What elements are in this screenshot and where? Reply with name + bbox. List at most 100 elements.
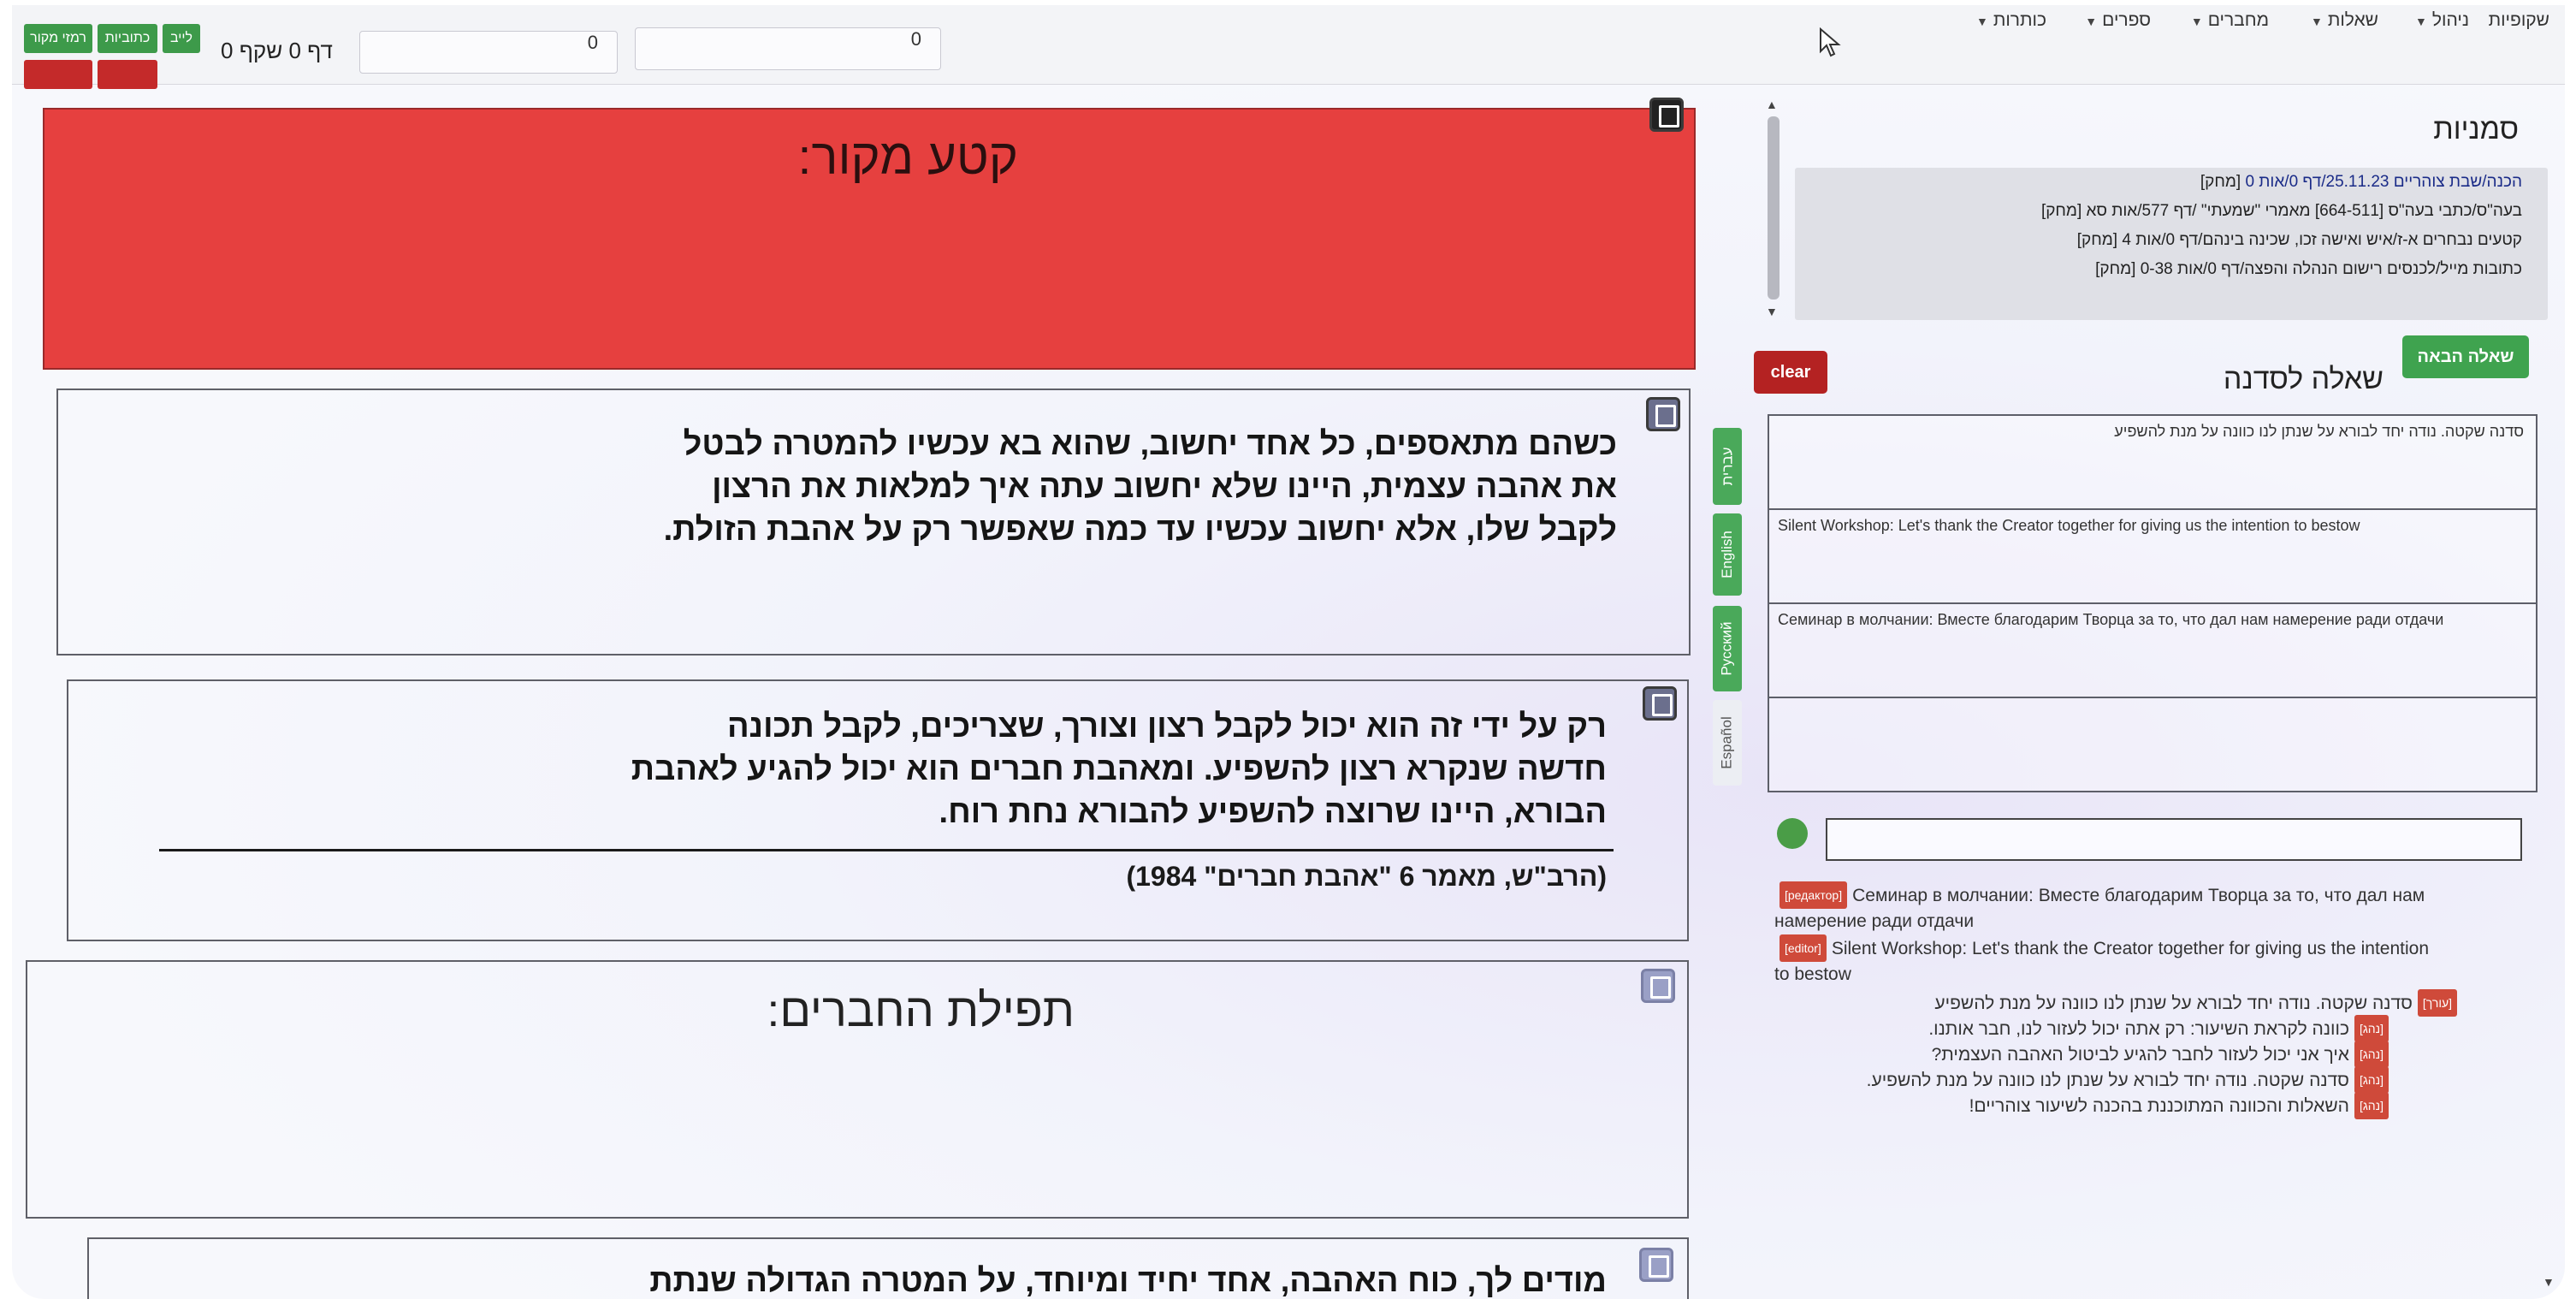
top-navbar: שקופיות ניהול▼ שאלות▼ מחברים▼ ספרים▼ כות… (12, 5, 2565, 89)
history-text: השאלות והכוונה המתוכננת בהכנה לשיעור צוה… (1969, 1096, 2349, 1116)
source-banner: קטע מקור: (43, 108, 1696, 370)
history-item[interactable]: [נהג]כוונה לקראת השיעור: רק אתה יכול לעז… (1761, 1015, 2394, 1042)
question-text: Семинар в молчании: Вместе благодарим Тв… (1778, 611, 2444, 628)
source-hints-button[interactable]: רמזי מקור (24, 24, 92, 53)
text-line: הבורא, היינו שרוצה להשפיע להבורא נחת רוח… (939, 794, 1607, 830)
text-line: את אהבה עצמית, היינו שלא יחשוב עתה איך ל… (712, 469, 1617, 505)
citation: (הרב"ש, מאמר 6 "אהבת חברים" 1984) (1126, 861, 1607, 892)
chevron-down-icon: ▼ (1975, 15, 1988, 28)
slide-number-input[interactable]: 0 (635, 27, 941, 70)
nav-admin[interactable]: ניהול▼ (2415, 10, 2469, 31)
mouse-cursor-icon (1820, 27, 1841, 57)
subtitles-button[interactable]: כתוביות (98, 24, 157, 53)
bookmark-item[interactable]: קטעים נבחרים א-ז/איש ואישה זכו, שכינה בי… (2077, 231, 2522, 250)
live-button[interactable]: לייב (163, 24, 200, 53)
question-text: סדנה שקטה. נודה יחד לבורא על שנתן לנו כו… (2114, 423, 2524, 440)
history-item[interactable]: [נהג]איך אני יכול לעזור לחבר להגיע לביטו… (1761, 1041, 2394, 1068)
toggle-block-1-button[interactable] (1646, 397, 1680, 431)
history-item[interactable]: [נהג]השאלות והכוונה המתוכננת בהכנה לשיעו… (1761, 1092, 2394, 1119)
history-text: סדנה שקטה. נודה יחד לבורא על שנתן לנו כו… (1934, 994, 2413, 1013)
nav-authors[interactable]: מחברים▼ (2191, 10, 2269, 31)
bookmark-link[interactable]: הכנה/שבת צוהריים 25.11.23/דף 0/אות 0 (2245, 173, 2522, 191)
delete-bookmark-link[interactable]: [מחק] (2200, 173, 2241, 191)
tab-russian[interactable]: Русский (1713, 606, 1742, 691)
question-panel-title: שאלה לסדנה (2223, 363, 2384, 395)
nav-books[interactable]: ספרים▼ (2085, 10, 2151, 31)
next-question-button[interactable]: שאלה הבאה (2402, 335, 2529, 378)
question-field-spanish[interactable] (1768, 697, 2538, 792)
role-badge: [נהג] (2354, 1041, 2389, 1068)
nav-slides[interactable]: שקופיות (2489, 10, 2549, 31)
role-badge: [נהג] (2354, 1015, 2389, 1042)
nav-questions[interactable]: שאלות▼ (2311, 10, 2378, 31)
app-screen: שקופיות ניהול▼ שאלות▼ מחברים▼ ספרים▼ כות… (12, 5, 2565, 1299)
chevron-down-icon: ▼ (2415, 15, 2427, 28)
bookmarks-scrollbar[interactable] (1768, 116, 1780, 300)
history-item[interactable]: [editor] Silent Workshop: Let's thank the… (1774, 934, 2510, 988)
tab-spanish[interactable]: Español (1713, 700, 1742, 786)
bookmarks-title: סמניות (2433, 113, 2519, 145)
history-text: סדנה שקטה. נודה יחד לבורא על שנתן לנו כו… (1866, 1071, 2349, 1090)
free-text-input[interactable] (1826, 818, 2522, 861)
text-line: לקבל שלו, אלא יחשוב עכשיו עד כמה שאפשר ר… (663, 512, 1617, 548)
scroll-down-icon[interactable]: ▼ (1766, 305, 1778, 318)
chevron-down-icon: ▼ (2190, 15, 2203, 28)
role-badge: [עורך] (2417, 989, 2457, 1017)
tab-hebrew[interactable]: עברית (1713, 428, 1742, 505)
text-block-4-content: מודים לך, כוח האהבה, אחד יחיד ומיוחד, על… (649, 1260, 1607, 1299)
toggle-block-2-button[interactable] (1643, 686, 1677, 721)
history-text: Семинар в молчании: Вместе благодарим Тв… (1852, 886, 2425, 905)
text-block-2[interactable]: רק על ידי זה הוא יכול לקבל רצון וצורך, ש… (67, 679, 1689, 941)
history-text: to bestow (1774, 964, 1851, 984)
chevron-down-icon: ▼ (2310, 15, 2323, 28)
text-line: חדשה שנקרא רצון להשפיע. ומאהבת חברים הוא… (631, 751, 1607, 787)
role-badge: [редактор] (1780, 881, 1848, 909)
question-field-hebrew[interactable]: סדנה שקטה. נודה יחד לבורא על שנתן לנו כו… (1768, 414, 2538, 510)
text-block-3[interactable]: תפילת החברים: (26, 960, 1689, 1219)
history-item[interactable]: [עורך]סדנה שקטה. נודה יחד לבורא על שנתן … (1761, 989, 2462, 1017)
toggle-block-3-button[interactable] (1641, 969, 1675, 1003)
page-scroll-down-icon[interactable]: ▼ (2543, 1275, 2555, 1289)
chevron-down-icon: ▼ (2085, 15, 2098, 28)
history-text: כוונה לקראת השיעור: רק אתה יכול לעזור לנ… (1928, 1019, 2349, 1039)
toggle-block-4-button[interactable] (1639, 1248, 1673, 1282)
history-item[interactable]: [נהג] סדנה שקטה. נודה יחד לבורא על שנתן ל… (1761, 1066, 2394, 1094)
bookmark-link[interactable]: בעה"ס/כתבי בעה"ס [664-511] מאמרי "שמעתי"… (2087, 202, 2522, 220)
question-field-russian[interactable]: Семинар в молчании: Вместе благодарим Тв… (1768, 602, 2538, 698)
delete-bookmark-link[interactable]: [מחק] (2095, 260, 2135, 278)
history-text: намерение ради отдачи (1774, 911, 1975, 931)
red-toggle-b[interactable] (24, 60, 92, 89)
clear-button[interactable]: clear (1754, 351, 1827, 394)
bookmark-item[interactable]: כתובות מייל/לכנסים רישום הנהלה והפצה/דף … (2095, 260, 2522, 279)
text-block-1-content: כשהם מתאספים, כל אחד יחשוב, שהוא בא עכשי… (664, 423, 1617, 551)
page-slide-info: דף 0 שקף 0 (221, 38, 333, 63)
question-text: Silent Workshop: Let's thank the Creator… (1778, 517, 2360, 534)
bookmark-link[interactable]: כתובות מייל/לכנסים רישום הנהלה והפצה/דף … (2141, 260, 2522, 278)
text-line: כשהם מתאספים, כל אחד יחשוב, שהוא בא עכשי… (683, 426, 1617, 462)
text-line: רק על ידי זה הוא יכול לקבל רצון וצורך, ש… (727, 709, 1607, 744)
bookmark-item[interactable]: הכנה/שבת צוהריים 25.11.23/דף 0/אות 0 [מח… (2200, 173, 2522, 192)
scroll-up-icon[interactable]: ▲ (1766, 98, 1778, 111)
divider-line (159, 849, 1614, 851)
toggle-source-button[interactable] (1649, 98, 1684, 132)
tab-english[interactable]: English (1713, 513, 1742, 596)
red-toggle-a[interactable] (98, 60, 157, 89)
bookmark-item[interactable]: בעה"ס/כתבי בעה"ס [664-511] מאמרי "שמעתי"… (2041, 202, 2522, 221)
history-text: Silent Workshop: Let's thank the Creator… (1831, 939, 2430, 958)
delete-bookmark-link[interactable]: [מחק] (2077, 231, 2117, 249)
source-title: קטע מקור: (797, 129, 1018, 185)
delete-bookmark-link[interactable]: [מחק] (2041, 202, 2082, 220)
text-block-4[interactable]: מודים לך, כוח האהבה, אחד יחיד ומיוחד, על… (87, 1237, 1689, 1299)
bookmark-link[interactable]: קטעים נבחרים א-ז/איש ואישה זכו, שכינה בי… (2122, 231, 2522, 249)
page-number-input[interactable]: 0 (359, 31, 618, 74)
role-badge: [editor] (1780, 934, 1827, 962)
bookmarks-list: הכנה/שבת צוהריים 25.11.23/דף 0/אות 0 [מח… (1795, 168, 2548, 320)
status-indicator-icon (1777, 818, 1808, 849)
text-line: מודים לך, כוח האהבה, אחד יחיד ומיוחד, על… (649, 1263, 1607, 1299)
role-badge: [נהג] (2354, 1066, 2389, 1094)
friends-prayer-title: תפילת החברים: (767, 985, 1075, 1036)
history-item[interactable]: [редактор] Семинар в молчании: Вместе бла… (1774, 881, 2510, 934)
nav-titles[interactable]: כותרות▼ (1976, 10, 2046, 31)
text-block-1[interactable]: כשהם מתאספים, כל אחד יחשוב, שהוא בא עכשי… (56, 389, 1691, 656)
question-field-english[interactable]: Silent Workshop: Let's thank the Creator… (1768, 508, 2538, 604)
